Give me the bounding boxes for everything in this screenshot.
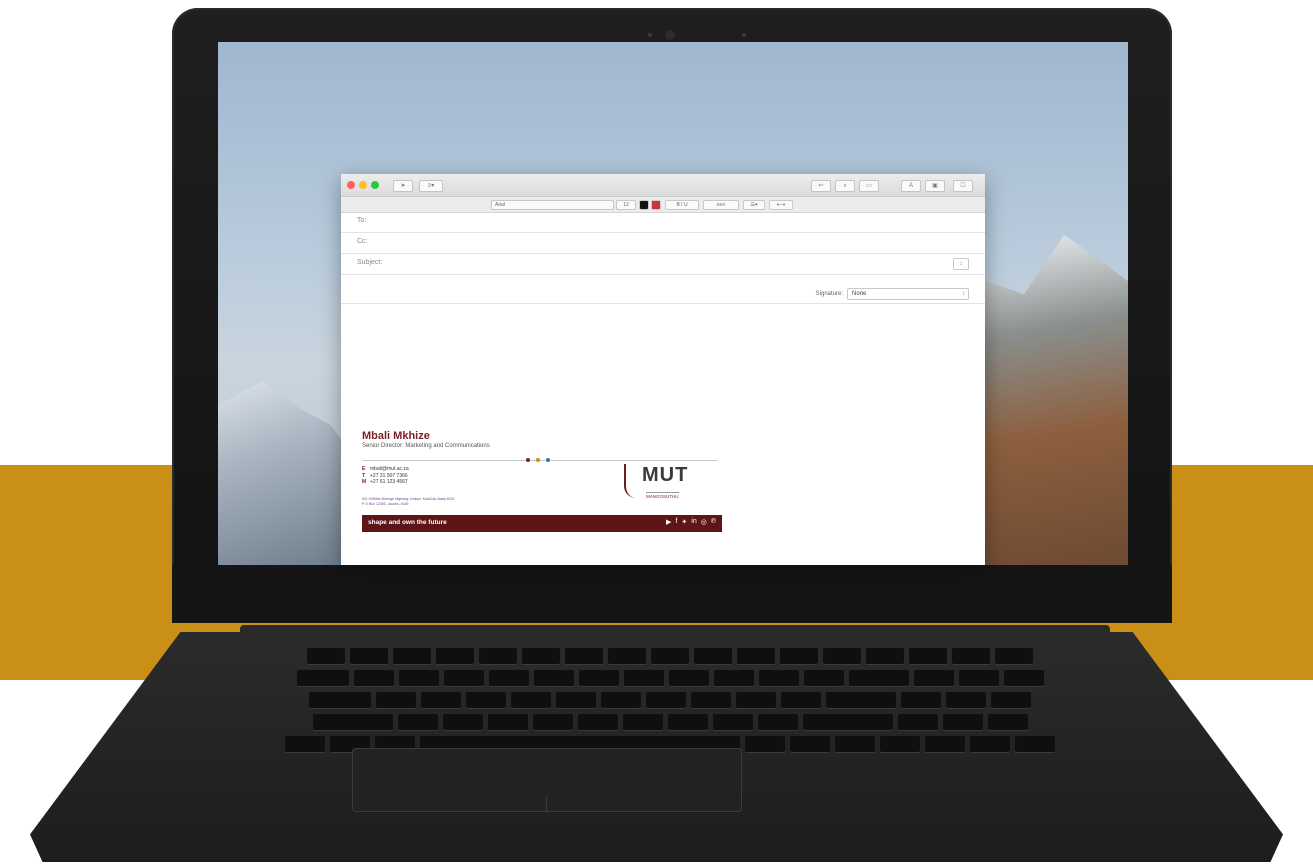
reply-icon[interactable]: ↩ (811, 180, 831, 192)
subject-field[interactable]: Subject: ↕ (341, 254, 985, 275)
photo-browser-icon[interactable]: ▣ (925, 180, 945, 192)
webcam (665, 30, 675, 40)
social-icons: ▶ f ✦ in ◎ ℗ (666, 518, 716, 526)
signature-phone: +27 31 907 7366 (370, 472, 408, 479)
window-titlebar: ➤ ≡▾ ↩ ⌕ ▭ A ▣ ☐ (341, 174, 985, 197)
sensor-dot (742, 33, 746, 37)
signature-footer-bar: shape and own the future ▶ f ✦ in ◎ ℗ (362, 515, 722, 532)
email-signature: Mbali Mkhize Senior Director: Marketing … (362, 430, 722, 532)
to-label: To: (357, 217, 367, 224)
list-button[interactable]: ☰▾ (743, 200, 765, 210)
dot-icon (536, 458, 540, 462)
pinterest-icon[interactable]: ℗ (711, 518, 716, 526)
subject-label: Subject: (357, 259, 383, 266)
sensor-dot (648, 33, 652, 37)
mountain-right (968, 235, 1128, 565)
instagram-icon[interactable]: ◎ (701, 518, 707, 526)
signature-select[interactable]: None (847, 288, 969, 300)
mail-compose-window: ➤ ≡▾ ↩ ⌕ ▭ A ▣ ☐ Arial 12 B I U ≡≡≡ ☰▾ ⇤… (341, 174, 985, 565)
signature-select-value: None (852, 291, 867, 297)
signature-dots (526, 458, 550, 462)
format-text-icon[interactable]: A (901, 180, 921, 192)
cc-field[interactable]: Cc: (341, 233, 985, 254)
signature-title: Senior Director: Marketing and Communica… (362, 443, 490, 449)
header-fields-button[interactable]: ≡▾ (419, 180, 443, 192)
logo-subtext: MANGOSUTHU (646, 492, 679, 499)
minimize-window-button[interactable] (359, 181, 367, 189)
signature-label: Signature: (815, 291, 843, 297)
hinge (240, 625, 1110, 641)
youtube-icon[interactable]: ▶ (666, 518, 671, 526)
slogan: shape and own the future (368, 519, 447, 526)
indent-buttons[interactable]: ⇤⇥ (769, 200, 793, 210)
logo-text: MUT (642, 464, 689, 486)
facebook-icon[interactable]: f (675, 518, 677, 526)
mut-logo: MUT MANGOSUTHU (624, 460, 718, 512)
alignment-buttons[interactable]: ≡≡≡ (703, 200, 739, 210)
mobile-label: M (362, 479, 367, 485)
priority-stepper[interactable]: ↕ (953, 258, 969, 270)
touchpad (352, 748, 742, 812)
to-field[interactable]: To: (341, 212, 985, 233)
signature-name: Mbali Mkhize (362, 430, 430, 442)
signature-contacts: Embali@mut.ac.za T +27 31 907 7366 M +27 6… (362, 466, 409, 486)
show-format-bar-button[interactable]: ▭ (859, 180, 879, 192)
dot-icon (526, 458, 530, 462)
font-family-select[interactable]: Arial (491, 200, 614, 210)
laptop: ➤ ≡▾ ↩ ⌕ ▭ A ▣ ☐ Arial 12 B I U ≡≡≡ ☰▾ ⇤… (0, 0, 1313, 865)
signature-selector: Signature: None (816, 288, 969, 300)
window-controls (347, 181, 379, 189)
emoji-icon[interactable]: ☐ (953, 180, 973, 192)
format-bar: Arial 12 B I U ≡≡≡ ☰▾ ⇤⇥ (341, 197, 985, 213)
send-button[interactable]: ➤ (393, 180, 413, 192)
close-window-button[interactable] (347, 181, 355, 189)
highlight-color-button[interactable] (651, 200, 661, 210)
keyboard (190, 648, 1150, 758)
signature-address: 511 Griffiths Mxenge Highway, Umlazi, Kw… (362, 497, 454, 507)
bold-italic-underline-buttons[interactable]: B I U (665, 200, 699, 210)
twitter-icon[interactable]: ✦ (681, 518, 687, 526)
linkedin-icon[interactable]: in (691, 518, 696, 526)
text-color-button[interactable] (639, 200, 649, 210)
cc-label: Cc: (357, 238, 368, 245)
signature-mobile: +27 61 123 4567 (370, 479, 408, 485)
address-line: P O Box 12363, Jacobs, 4026 (362, 502, 409, 506)
signature-email[interactable]: mbali@mut.ac.za (370, 466, 409, 472)
font-size-select[interactable]: 12 (616, 200, 636, 210)
dot-icon (546, 458, 550, 462)
attachment-icon[interactable]: ⌕ (835, 180, 855, 192)
zoom-window-button[interactable] (371, 181, 379, 189)
lower-bezel (172, 565, 1172, 623)
